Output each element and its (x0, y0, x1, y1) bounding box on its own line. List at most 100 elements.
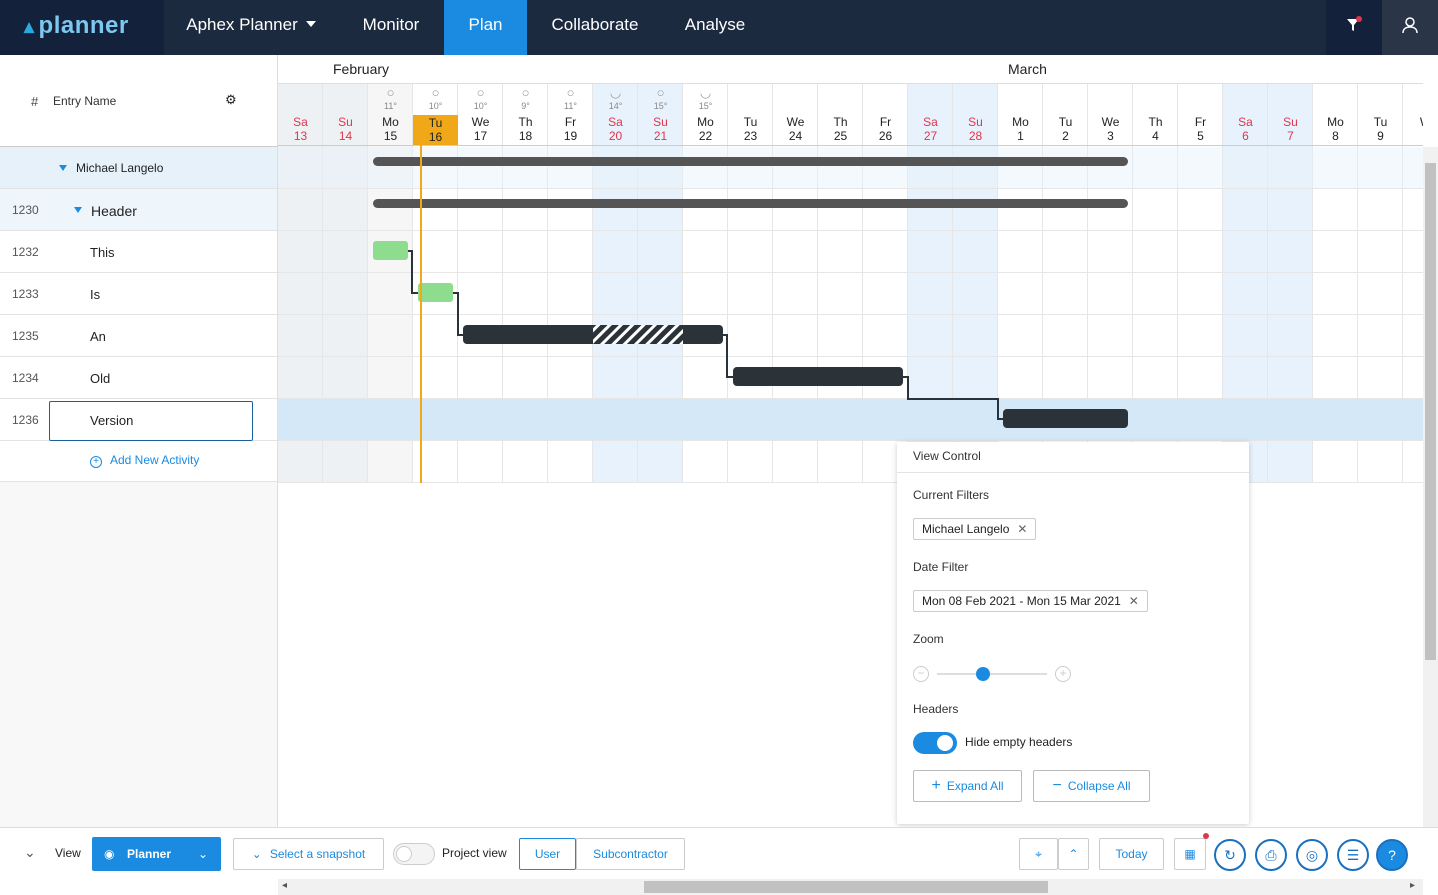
scroll-left-icon[interactable]: ◂ (282, 880, 287, 891)
user-tab[interactable]: User (519, 838, 576, 870)
collapse-all-label: Collapse All (1067, 779, 1131, 793)
today-label: Today (1115, 847, 1148, 861)
activity-bar-old[interactable] (733, 367, 903, 386)
project-view-toggle[interactable] (393, 843, 435, 865)
collapse-all-button[interactable]: − Collapse All (1033, 770, 1150, 802)
hide-empty-headers-toggle[interactable] (913, 732, 957, 754)
row-id: 1234 (12, 371, 39, 385)
app-logo[interactable]: ▴ planner (0, 0, 164, 55)
nav-plan[interactable]: Plan (444, 0, 527, 55)
add-activity-label: Add New Activity (110, 453, 200, 467)
divider (897, 472, 1249, 473)
close-icon[interactable]: ✕ (1017, 522, 1027, 536)
activity-bar-version[interactable] (1003, 409, 1128, 428)
activity-row-1234[interactable]: 1234 Old (0, 357, 277, 399)
top-navigation: ▴ planner Aphex Planner Monitor Plan Coll… (0, 0, 1438, 55)
nav-aphex-planner[interactable]: Aphex Planner (164, 0, 338, 55)
dependency-link (723, 334, 733, 378)
collapse-triangle-icon[interactable] (59, 165, 67, 171)
group-row-michael-langelo[interactable]: Michael Langelo (0, 147, 277, 189)
horizontal-scrollbar[interactable]: ◂ ▸ (278, 879, 1423, 895)
view-control-panel: View Control Current Filters Michael Lan… (897, 442, 1249, 824)
toggle-knob (396, 846, 412, 862)
group-name: Michael Langelo (76, 161, 164, 175)
chevron-down-icon[interactable]: ⌄ (198, 837, 208, 871)
vertical-scrollbar[interactable] (1423, 147, 1438, 827)
nav-analyse[interactable]: Analyse (663, 0, 767, 55)
logo-text: planner (38, 12, 129, 39)
eye-icon: ◉ (104, 847, 115, 861)
headers-label: Headers (913, 702, 959, 716)
hide-empty-headers-label: Hide empty headers (965, 735, 1073, 749)
snapshot-label: Select a snapshot (269, 847, 366, 861)
gear-icon[interactable]: ⚙ (225, 92, 237, 108)
zoom-slider-track[interactable] (937, 667, 1047, 681)
row-name: Version (90, 413, 134, 428)
zoom-in-icon[interactable]: + (1055, 666, 1071, 682)
calendar-icon[interactable]: ▦ (1174, 833, 1209, 870)
zoom-slider-thumb[interactable] (976, 667, 991, 681)
vertical-scroll-thumb[interactable] (1425, 163, 1436, 660)
refresh-icon[interactable]: ↻ (1214, 839, 1246, 871)
expand-all-label: Expand All (946, 779, 1004, 793)
filter-chip[interactable]: Michael Langelo ✕ (913, 518, 1037, 540)
nav-label: Collaborate (551, 15, 639, 34)
horizontal-scroll-thumb[interactable] (644, 881, 1048, 893)
subcontractor-tab[interactable]: Subcontractor (576, 838, 685, 870)
group-summary-bar[interactable] (373, 157, 1128, 166)
nav-monitor[interactable]: Monitor (338, 0, 444, 55)
user-tab-label: User (534, 847, 561, 861)
toggle-knob (937, 735, 953, 751)
row-id: 1230 (12, 203, 39, 217)
chevron-down-icon[interactable]: ⌄ (24, 844, 36, 861)
current-filters-label: Current Filters (913, 488, 990, 502)
header-summary-bar[interactable] (373, 199, 1128, 208)
activity-row-1232[interactable]: 1232 This (0, 231, 277, 273)
activity-row-1236[interactable]: 1236 Version (0, 399, 277, 441)
activity-bar-is[interactable] (418, 283, 453, 302)
row-name: This (90, 245, 115, 260)
chip-label: Mon 08 Feb 2021 - Mon 15 Mar 2021 (922, 594, 1121, 608)
expand-all-button[interactable]: + Expand All (913, 770, 1022, 802)
location-pin-icon[interactable]: ⌖ (1019, 838, 1058, 870)
logo-mark-icon: ▴ (24, 16, 35, 38)
nav-label: Monitor (362, 15, 420, 34)
chevron-down-icon (305, 21, 316, 27)
dependency-link (453, 292, 463, 336)
compare-icon[interactable]: ◎ (1296, 839, 1328, 871)
chevron-up-icon[interactable]: ⌃ (1058, 838, 1089, 870)
header-row-1230[interactable]: 1230 Header (0, 189, 277, 231)
zoom-out-icon[interactable]: − (913, 666, 929, 682)
chevron-down-icon: ⌄ (251, 847, 262, 861)
filter-icon[interactable] (1326, 0, 1382, 55)
user-icon[interactable] (1382, 0, 1438, 55)
row-name: Old (90, 371, 111, 386)
nav-label: Aphex Planner (186, 15, 298, 34)
add-new-activity-button[interactable]: + Add New Activity (90, 453, 199, 468)
activity-bar-this[interactable] (373, 241, 408, 260)
today-button[interactable]: Today (1099, 838, 1164, 870)
nav-collaborate[interactable]: Collaborate (527, 0, 663, 55)
date-filter-chip[interactable]: Mon 08 Feb 2021 - Mon 15 Mar 2021 ✕ (913, 590, 1148, 612)
dependency-link (903, 376, 1003, 420)
add-circle-icon: + (90, 456, 102, 468)
subcontractor-tab-label: Subcontractor (593, 847, 668, 861)
row-number-header: # (31, 94, 39, 109)
checklist-icon[interactable]: ☰ (1337, 839, 1369, 871)
close-icon[interactable]: ✕ (1129, 594, 1139, 608)
print-icon[interactable]: ⎙ (1255, 839, 1287, 871)
chip-label: Michael Langelo (922, 522, 1010, 536)
nav-label: Analyse (684, 15, 746, 34)
row-name: An (90, 329, 106, 344)
selected-entry-box[interactable] (49, 401, 253, 441)
activity-row-1235[interactable]: 1235 An (0, 315, 277, 357)
collapse-triangle-icon[interactable] (74, 207, 82, 213)
activity-row-1233[interactable]: 1233 Is (0, 273, 277, 315)
view-label: View (55, 846, 81, 860)
entry-name-header[interactable]: Entry Name (53, 94, 116, 108)
planner-view-button[interactable]: ◉ Planner ⌄ (92, 837, 221, 871)
help-icon[interactable]: ? (1376, 839, 1408, 871)
scroll-right-icon[interactable]: ▸ (1410, 880, 1415, 891)
nav-label: Plan (468, 15, 503, 34)
select-snapshot-button[interactable]: ⌄ Select a snapshot (233, 838, 384, 870)
